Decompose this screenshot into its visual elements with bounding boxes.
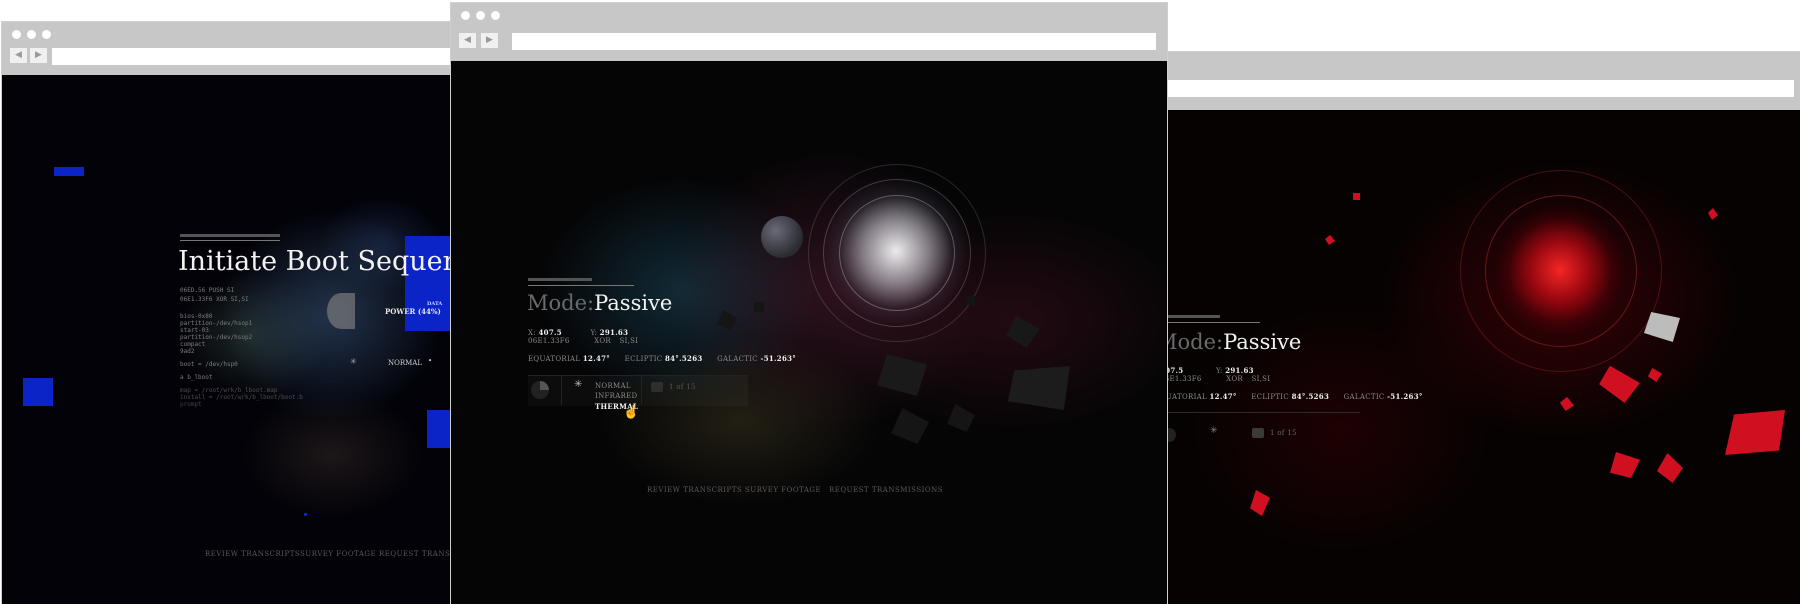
pointer-hand-icon: ☝ [623, 405, 640, 420]
footer-link-transcripts[interactable]: REVIEW TRANSCRIPTS [205, 550, 300, 558]
mode-heading: Mode:Passive [527, 291, 673, 315]
measures-line: EQUATORIAL 12.47° ECLIPTIC 84°.5263 GALA… [528, 354, 797, 363]
filter-normal[interactable]: NORMAL [595, 382, 631, 390]
address-bar[interactable] [512, 33, 1156, 50]
code-block: bios-0x80 partition-/dev/hsop1 start-03 … [180, 313, 303, 408]
browser-chrome: ◀ ▶ [2, 22, 454, 75]
divider [561, 375, 562, 405]
power-label: POWER (44%) [385, 307, 441, 316]
pixel-block [304, 513, 307, 516]
pixel-block [54, 167, 84, 176]
thermal-asteroid [1725, 410, 1785, 455]
data-label: DATA [427, 301, 443, 307]
pager-label: 1 of 15 [669, 383, 696, 391]
thermal-ring [1485, 195, 1637, 347]
asteroid [1006, 316, 1040, 348]
divider [1160, 412, 1360, 413]
pager-label: 1 of 15 [1270, 429, 1297, 437]
pixel-block [427, 410, 452, 448]
pie-chart-icon[interactable] [531, 381, 549, 399]
title-rule [1160, 322, 1260, 323]
title-rule [180, 234, 280, 237]
address-bar[interactable] [1160, 80, 1794, 97]
divider [641, 375, 642, 405]
close-dot-icon[interactable] [461, 11, 470, 20]
window-controls [461, 11, 500, 20]
footer-link-footage[interactable]: SURVEY FOOTAGE [300, 550, 376, 558]
close-dot-icon[interactable] [12, 30, 21, 39]
filter-normal[interactable]: NORMAL [388, 359, 422, 367]
minimize-dot-icon[interactable] [476, 11, 485, 20]
thermal-asteroid [1353, 193, 1360, 200]
crosshair-icon[interactable]: ✳ [350, 357, 357, 366]
footer-link-transmissions[interactable]: REQUEST TRANSMISSIONS [829, 486, 943, 494]
asteroid [877, 354, 927, 396]
thermal-asteroid [1657, 453, 1683, 483]
code-line: 06E1.33F6 XOR SI,SI [1160, 375, 1271, 383]
measures-line: QUATORIAL 12.47° ECLIPTIC 84°.5263 GALAC… [1160, 392, 1423, 401]
footer-link-transcripts[interactable]: REVIEW TRANSCRIPTS [647, 486, 742, 494]
thermal-asteroid [1648, 368, 1662, 382]
forward-arrow-icon[interactable]: ▶ [481, 33, 498, 48]
maximize-dot-icon[interactable] [491, 11, 500, 20]
mode-heading: Mode:Passive [1160, 330, 1302, 354]
camera-icon[interactable] [651, 382, 663, 392]
asteroid [966, 296, 975, 305]
thermal-viewport: Mode:Passive 407.5 Y: 291.63 06E1.33F6 X… [1160, 110, 1800, 604]
asteroid [891, 408, 929, 444]
moon [761, 216, 803, 258]
asteroid [1008, 366, 1070, 410]
footer-link-transmissions[interactable]: REQUEST TRANSMISS [379, 550, 454, 558]
footer-link-footage[interactable]: SURVEY FOOTAGE [745, 486, 821, 494]
thermal-asteroid [1596, 364, 1642, 405]
camera-icon[interactable] [1252, 428, 1264, 438]
thermal-asteroid [1560, 397, 1574, 411]
filter-infrared[interactable]: INFRARED [595, 392, 637, 400]
browser-window-thermal: Mode:Passive 407.5 Y: 291.63 06E1.33F6 X… [1160, 52, 1800, 604]
code-line: 06ED.56 PUSH SI [180, 287, 235, 294]
crosshair-icon[interactable]: ✳ [1210, 426, 1218, 436]
browser-chrome [1160, 52, 1800, 110]
code-line: 06E1.33F6 XOR SI,SI [528, 337, 639, 345]
browser-chrome: ◀ ▶ [451, 3, 1167, 61]
title-rule [528, 278, 592, 281]
asteroid [717, 310, 737, 330]
back-arrow-icon[interactable]: ◀ [459, 33, 476, 48]
maximize-dot-icon[interactable] [42, 30, 51, 39]
code-line: 06E1.33F6 XOR SI,SI [180, 296, 249, 303]
pie-chart-icon [327, 293, 355, 329]
asteroid [947, 404, 975, 432]
thermal-asteroid [1325, 235, 1335, 245]
coords-line: 407.5 Y: 291.63 [1160, 366, 1254, 375]
coords-line: X: 407.5 Y: 291.63 [528, 328, 629, 337]
forward-arrow-icon[interactable]: ▶ [30, 48, 47, 63]
thermal-asteroid [1610, 452, 1640, 478]
asteroid [754, 302, 764, 312]
boot-viewport: Initiate Boot Sequen 06ED.56 PUSH SI 06E… [2, 75, 454, 604]
planet-ring [839, 195, 955, 311]
browser-window-passive: ◀ ▶ Mode:Passive X: 407.5 Y: 291.63 06E1… [451, 3, 1167, 604]
back-arrow-icon[interactable]: ◀ [10, 48, 27, 63]
address-bar[interactable] [52, 48, 454, 65]
browser-window-boot: ◀ ▶ Initiate Boot Sequen 06ED.56 PUSH SI… [2, 22, 454, 604]
minimize-dot-icon[interactable] [27, 30, 36, 39]
page-title: Initiate Boot Sequen [178, 246, 454, 277]
title-rule [528, 285, 634, 286]
thermal-asteroid [1708, 208, 1718, 220]
title-rule [1160, 315, 1220, 318]
title-rule [180, 240, 280, 241]
window-controls [12, 30, 51, 39]
thermal-asteroid [1250, 490, 1270, 516]
passive-viewport: Mode:Passive X: 407.5 Y: 291.63 06E1.33F… [451, 61, 1167, 604]
bullet-icon: • [428, 357, 433, 365]
pixel-block [23, 378, 53, 406]
crosshair-icon[interactable]: ✳ [574, 379, 582, 390]
